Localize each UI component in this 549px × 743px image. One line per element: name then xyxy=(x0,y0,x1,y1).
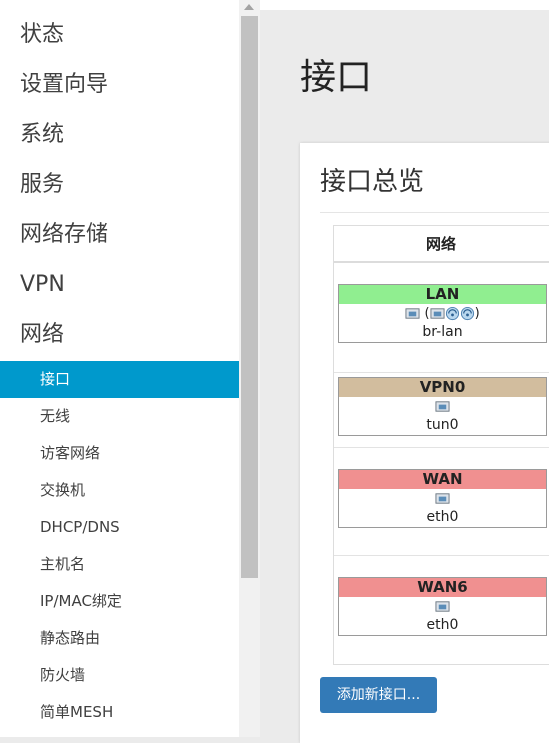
interface-name: WAN xyxy=(339,470,546,489)
submenu-static-routes[interactable]: 静态路由 xyxy=(0,620,239,657)
interface-badge-lan[interactable]: LAN () br-lan xyxy=(338,284,547,343)
sidebar: 状态 设置向导 系统 服务 网络存储 VPN 网络 接口 无线 访客网络 交换机… xyxy=(0,0,239,737)
interface-device: br-lan xyxy=(422,324,463,340)
interface-icons: () xyxy=(339,304,546,324)
wifi-icon xyxy=(445,306,459,321)
interface-icons xyxy=(339,397,546,417)
add-interface-button[interactable]: 添加新接口... xyxy=(320,677,437,713)
menu-network[interactable]: 网络 xyxy=(0,310,239,360)
menu-status[interactable]: 状态 xyxy=(0,10,239,60)
port-icon xyxy=(435,601,450,612)
interfaces-table: 网络 LAN () br-lan VPN0 tun0 WAN eth0 WAN6… xyxy=(333,225,549,665)
interface-device: eth0 xyxy=(426,509,459,525)
submenu-firewall[interactable]: 防火墙 xyxy=(0,657,239,694)
column-header-network: 网络 xyxy=(334,226,549,263)
page-title: 接口 xyxy=(300,57,373,98)
port-icon xyxy=(435,401,450,412)
interface-device: tun0 xyxy=(426,417,459,433)
menu-setup-wizard[interactable]: 设置向导 xyxy=(0,60,239,110)
interface-device: eth0 xyxy=(426,617,459,633)
interface-name: VPN0 xyxy=(339,378,546,397)
main-content: 接口 接口总览 网络 LAN () br-lan VPN0 tun0 WAN e… xyxy=(260,0,549,743)
menu-vpn[interactable]: VPN xyxy=(0,260,239,310)
submenu-dhcp-dns[interactable]: DHCP/DNS xyxy=(0,509,239,546)
scrollbar-thumb[interactable] xyxy=(241,16,258,578)
port-icon xyxy=(430,308,445,319)
submenu-switch[interactable]: 交换机 xyxy=(0,472,239,509)
table-row: VPN0 tun0 xyxy=(334,373,549,447)
top-strip xyxy=(260,0,549,10)
table-row: LAN () br-lan xyxy=(334,265,549,372)
menu-services[interactable]: 服务 xyxy=(0,160,239,210)
submenu-ip-mac-binding[interactable]: IP/MAC绑定 xyxy=(0,583,239,620)
interface-name: LAN xyxy=(339,285,546,304)
sidebar-scrollbar[interactable] xyxy=(239,0,260,737)
submenu-guest-network[interactable]: 访客网络 xyxy=(0,435,239,472)
port-icon xyxy=(435,493,450,504)
submenu-hostnames[interactable]: 主机名 xyxy=(0,546,239,583)
port-icon xyxy=(405,308,420,319)
submenu-wireless[interactable]: 无线 xyxy=(0,398,239,435)
scroll-up-arrow-icon[interactable] xyxy=(244,4,254,10)
menu-system[interactable]: 系统 xyxy=(0,110,239,160)
interface-badge-wan6[interactable]: WAN6 eth0 xyxy=(338,577,547,636)
submenu-interfaces[interactable]: 接口 xyxy=(0,361,239,398)
interface-badge-vpn0[interactable]: VPN0 tun0 xyxy=(338,377,547,436)
menu-nas[interactable]: 网络存储 xyxy=(0,210,239,260)
table-row: WAN6 eth0 xyxy=(334,556,549,664)
interface-name: WAN6 xyxy=(339,578,546,597)
panel-title: 接口总览 xyxy=(320,167,425,197)
submenu-simple-mesh[interactable]: 简单MESH xyxy=(0,694,239,731)
interface-icons xyxy=(339,597,546,617)
interface-icons xyxy=(339,489,546,509)
table-row: WAN eth0 xyxy=(334,448,549,555)
interface-badge-wan[interactable]: WAN eth0 xyxy=(338,469,547,528)
divider xyxy=(320,212,549,213)
wifi-icon xyxy=(460,306,474,321)
network-submenu: 接口 无线 访客网络 交换机 DHCP/DNS 主机名 IP/MAC绑定 静态路… xyxy=(0,361,239,731)
interfaces-panel: 接口总览 网络 LAN () br-lan VPN0 tun0 WAN eth0… xyxy=(300,143,549,743)
bridge-close-paren: ) xyxy=(474,306,480,321)
